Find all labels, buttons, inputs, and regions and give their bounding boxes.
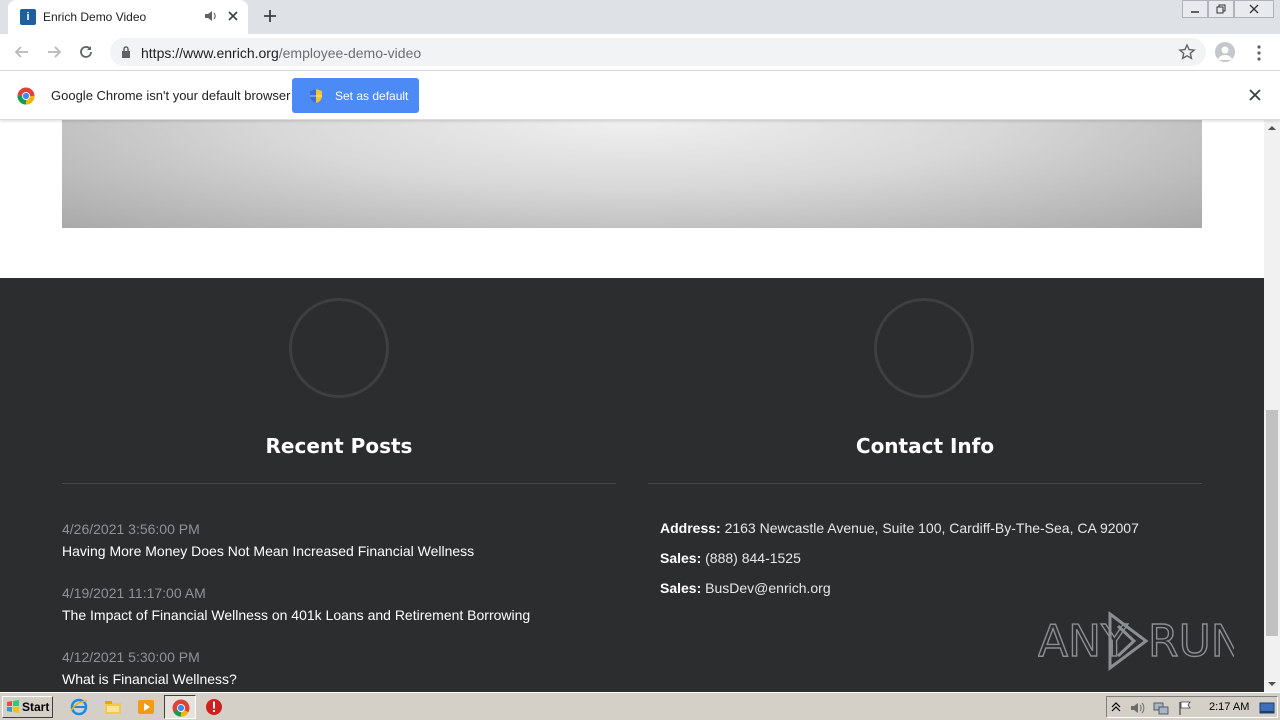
set-as-default-button[interactable]: Set as default: [292, 78, 419, 113]
arrow-left-icon: [14, 46, 28, 58]
close-infobar-icon[interactable]: [1248, 88, 1262, 102]
url-path: /employee-demo-video: [278, 45, 422, 61]
reload-icon: [80, 46, 92, 58]
close-window-button[interactable]: [1234, 0, 1274, 18]
chrome-logo-icon: [17, 87, 35, 105]
speaker-icon[interactable]: [204, 9, 218, 23]
infobar-message: Google Chrome isn't your default browser: [51, 88, 291, 103]
scroll-down-arrow-icon[interactable]: [1268, 680, 1276, 688]
antivirus-stop-icon[interactable]: [205, 698, 223, 716]
more-menu-icon[interactable]: [1250, 43, 1268, 63]
contact-label: Address:: [660, 520, 721, 536]
start-label: Start: [22, 700, 50, 714]
new-tab-button[interactable]: [260, 6, 280, 26]
url-text: https://www.enrich.org/employee-demo-vid…: [141, 45, 421, 61]
network-icon[interactable]: [1153, 700, 1169, 716]
post-link[interactable]: Having More Money Does Not Mean Increase…: [62, 543, 474, 559]
contact-info-circle-icon: [874, 298, 974, 398]
minimize-button[interactable]: [1182, 0, 1208, 18]
page-scrollbar[interactable]: [1264, 120, 1280, 692]
media-player-icon[interactable]: [137, 698, 155, 716]
show-hidden-icons-chevron-icon[interactable]: [1111, 701, 1121, 713]
scroll-up-arrow-icon[interactable]: [1268, 124, 1276, 132]
post-link[interactable]: What is Financial Wellness?: [62, 671, 237, 687]
windows-taskbar: Start 2:17 AM: [0, 692, 1280, 720]
close-tab-icon[interactable]: [226, 9, 240, 23]
watermark-right-text: RUN: [1148, 616, 1234, 667]
minimize-icon: [1191, 11, 1199, 13]
tab-strip: i Enrich Demo Video: [0, 0, 1280, 34]
forward-button[interactable]: [44, 42, 64, 62]
tab-enrich-demo-video[interactable]: i Enrich Demo Video: [8, 0, 248, 34]
taskbar-chrome-button[interactable]: [164, 695, 196, 719]
recent-posts-divider: [62, 483, 616, 484]
site-favicon-icon: i: [20, 9, 36, 25]
post-date: 4/12/2021 5:30:00 PM: [62, 649, 200, 665]
volume-icon[interactable]: [1129, 700, 1145, 716]
contact-info-heading: Contact Info: [855, 434, 995, 458]
contact-address: Address: 2163 Newcastle Avenue, Suite 10…: [660, 520, 1139, 536]
file-explorer-icon[interactable]: [104, 698, 122, 716]
recent-posts-circle-icon: [289, 298, 389, 398]
contact-label: Sales:: [660, 580, 702, 596]
contact-sales-phone: Sales: (888) 844-1525: [660, 550, 801, 566]
watermark-left-text: ANY: [1038, 616, 1128, 667]
scrollbar-thumb[interactable]: [1266, 410, 1278, 636]
demo-video-player[interactable]: [62, 120, 1202, 228]
lock-icon[interactable]: [120, 45, 132, 64]
post-link[interactable]: The Impact of Financial Wellness on 401k…: [62, 607, 530, 623]
contact-value[interactable]: (888) 844-1525: [705, 550, 801, 566]
contact-sales-email: Sales: BusDev@enrich.org: [660, 580, 831, 596]
chrome-taskbar-icon: [172, 699, 190, 717]
show-desktop-icon[interactable]: [1259, 700, 1275, 716]
action-center-flag-icon[interactable]: [1177, 700, 1193, 716]
anyrun-watermark-logo: ANY RUN: [1038, 611, 1234, 671]
default-browser-infobar: Google Chrome isn't your default browser…: [0, 71, 1280, 120]
restore-button[interactable]: [1208, 0, 1234, 18]
restore-icon: [1216, 4, 1226, 14]
reload-button[interactable]: [76, 42, 96, 62]
recent-posts-heading: Recent Posts: [265, 434, 413, 458]
close-icon: [1249, 4, 1259, 14]
post-date: 4/19/2021 11:17:00 AM: [62, 585, 206, 601]
arrow-right-icon: [48, 46, 62, 58]
web-page: Recent Posts 4/26/2021 3:56:00 PM Having…: [0, 120, 1264, 692]
internet-explorer-icon[interactable]: [70, 698, 88, 716]
system-tray: 2:17 AM: [1106, 696, 1278, 718]
contact-value: 2163 Newcastle Avenue, Suite 100, Cardif…: [724, 520, 1139, 536]
contact-info-divider: [648, 483, 1202, 484]
windows-flag-icon: [7, 700, 19, 713]
post-date: 4/26/2021 3:56:00 PM: [62, 521, 200, 537]
back-button[interactable]: [12, 42, 32, 62]
tab-title: Enrich Demo Video: [43, 10, 147, 24]
plus-icon: [264, 10, 276, 22]
set-as-default-label: Set as default: [335, 89, 409, 103]
address-bar[interactable]: https://www.enrich.org/employee-demo-vid…: [110, 38, 1206, 66]
url-host: https://www.enrich.org: [141, 45, 279, 61]
taskbar-clock[interactable]: 2:17 AM: [1209, 701, 1249, 713]
contact-label: Sales:: [660, 550, 702, 566]
contact-value[interactable]: BusDev@enrich.org: [705, 580, 831, 596]
uac-shield-icon: [310, 89, 322, 103]
browser-toolbar: https://www.enrich.org/employee-demo-vid…: [0, 34, 1280, 71]
profile-avatar-icon[interactable]: [1215, 42, 1235, 62]
start-button[interactable]: Start: [2, 696, 53, 718]
bookmark-star-icon[interactable]: [1178, 43, 1196, 66]
